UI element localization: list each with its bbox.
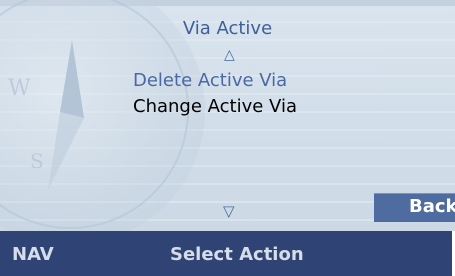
svg-text:S: S <box>30 149 44 173</box>
back-button[interactable]: Back <box>374 193 455 222</box>
scroll-down-arrow-icon[interactable]: ▽ <box>223 202 235 220</box>
status-prompt: Select Action <box>170 244 304 265</box>
status-bar: NAV Select Action <box>0 231 452 276</box>
svg-text:W: W <box>8 76 31 101</box>
menu-area: W S Via Active △ Delete Active Via Chang… <box>0 0 455 231</box>
scroll-up-arrow-icon[interactable]: △ <box>224 47 235 63</box>
menu-item-delete-active-via[interactable]: Delete Active Via <box>133 70 287 91</box>
screen-title: Via Active <box>182 18 273 39</box>
mode-label: NAV <box>12 244 54 265</box>
menu-item-change-active-via[interactable]: Change Active Via <box>133 96 297 117</box>
nav-screen: W S Via Active △ Delete Active Via Chang… <box>0 0 455 276</box>
